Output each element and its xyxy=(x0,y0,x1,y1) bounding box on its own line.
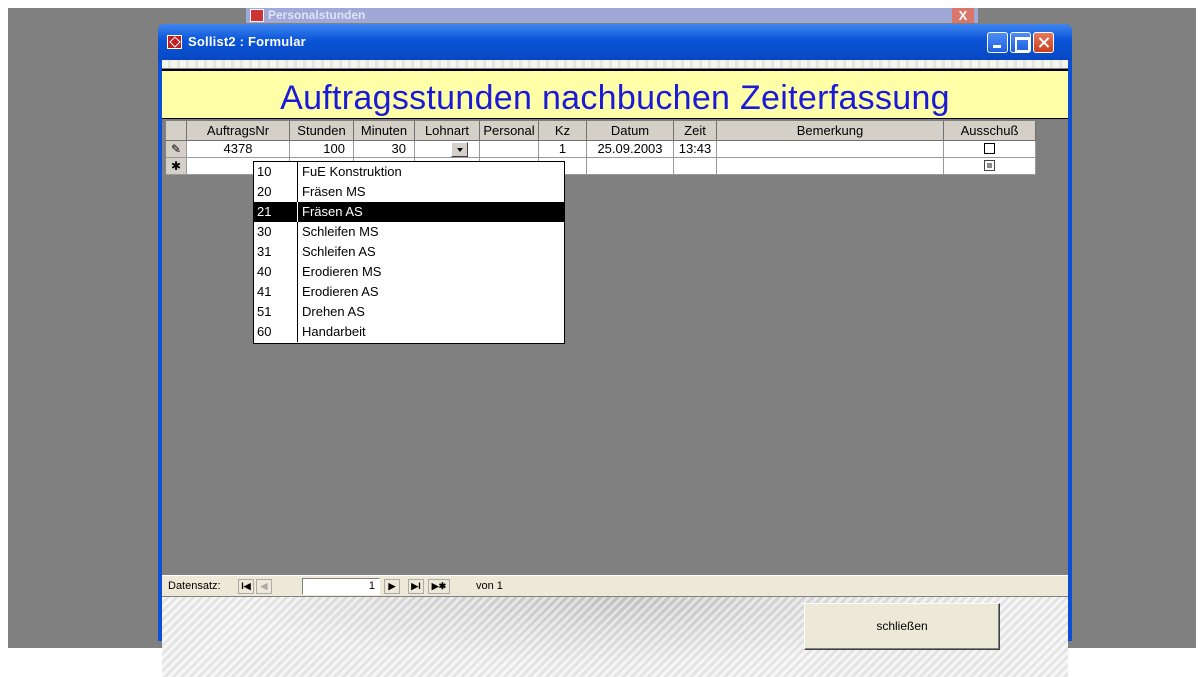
column-header-minuten[interactable]: Minuten xyxy=(354,121,415,141)
cell-minuten[interactable]: 30 xyxy=(354,141,415,158)
access-form-icon[interactable] xyxy=(167,35,182,49)
option-label: Drehen AS xyxy=(302,304,365,319)
option-code: 60 xyxy=(257,324,272,339)
dropdown-option[interactable]: 40 Erodieren MS xyxy=(254,262,564,282)
cell-datum[interactable] xyxy=(587,158,674,175)
option-code: 30 xyxy=(257,224,272,239)
column-separator xyxy=(297,162,298,182)
dropdown-option[interactable]: 30 Schleifen MS xyxy=(254,222,564,242)
cell-bemerkung[interactable] xyxy=(717,158,944,175)
last-record-button[interactable]: ▶I xyxy=(408,579,424,594)
cell-lohnart[interactable] xyxy=(415,141,480,158)
close-form-button[interactable]: schließen xyxy=(804,603,1000,650)
column-header-datum[interactable]: Datum xyxy=(587,121,674,141)
dropdown-option[interactable]: 51 Drehen AS xyxy=(254,302,564,322)
dropdown-option[interactable]: 20 Fräsen MS xyxy=(254,182,564,202)
access-form-icon xyxy=(250,9,264,22)
header-selector-corner[interactable] xyxy=(166,121,187,141)
option-label: Schleifen AS xyxy=(302,244,376,259)
cell-zeit[interactable] xyxy=(674,158,717,175)
dropdown-option[interactable]: 31 Schleifen AS xyxy=(254,242,564,262)
record-count: von 1 xyxy=(476,580,503,592)
option-code: 21 xyxy=(257,204,272,219)
option-label: Fräsen AS xyxy=(302,204,363,219)
column-header-bemerkung[interactable]: Bemerkung xyxy=(717,121,944,141)
record-label: Datensatz: xyxy=(168,580,221,592)
column-header-auftragsnr[interactable]: AuftragsNr xyxy=(187,121,290,141)
background-window-titlebar[interactable]: Personalstunden X xyxy=(246,8,978,23)
dropdown-option-selected[interactable]: 21 Fräsen AS xyxy=(254,202,564,222)
column-header-lohnart[interactable]: Lohnart xyxy=(415,121,480,141)
column-separator xyxy=(297,302,298,322)
close-window-button[interactable] xyxy=(1033,32,1054,53)
record-number-input[interactable]: 1 xyxy=(302,578,380,595)
ausschuss-checkbox[interactable] xyxy=(984,160,995,172)
column-separator xyxy=(297,182,298,202)
cell-zeit[interactable]: 13:43 xyxy=(674,141,717,158)
column-separator xyxy=(297,262,298,282)
option-code: 51 xyxy=(257,304,272,319)
header-texture xyxy=(162,60,1068,68)
minimize-button[interactable] xyxy=(987,32,1008,53)
column-header-kz[interactable]: Kz xyxy=(539,121,587,141)
column-header-stunden[interactable]: Stunden xyxy=(290,121,354,141)
option-code: 31 xyxy=(257,244,272,259)
column-separator xyxy=(297,202,298,222)
option-label: Erodieren MS xyxy=(302,264,382,279)
option-label: Schleifen MS xyxy=(302,224,379,239)
cell-auftragsnr[interactable]: 4378 xyxy=(187,141,290,158)
form-footer: schließen xyxy=(162,597,1068,677)
cell-datum[interactable]: 25.09.2003 xyxy=(587,141,674,158)
cell-ausschuss xyxy=(944,158,1036,175)
cell-stunden[interactable]: 100 xyxy=(290,141,354,158)
page-title: Auftragsstunden nachbuchen Zeiterfassung xyxy=(280,79,950,117)
next-record-button[interactable]: ▶ xyxy=(384,579,400,594)
cell-bemerkung[interactable] xyxy=(717,141,944,158)
dropdown-option[interactable]: 41 Erodieren AS xyxy=(254,282,564,302)
window-title: Sollist2 : Formular xyxy=(188,34,306,49)
ausschuss-checkbox[interactable] xyxy=(984,143,995,155)
window-titlebar[interactable]: Sollist2 : Formular xyxy=(158,24,1072,60)
background-close-button[interactable]: X xyxy=(952,8,974,23)
new-record-button[interactable]: ▶✱ xyxy=(428,579,450,594)
heading-banner: Auftragsstunden nachbuchen Zeiterfassung xyxy=(162,69,1068,119)
cell-ausschuss xyxy=(944,141,1036,158)
column-separator xyxy=(297,242,298,262)
cell-kz[interactable]: 1 xyxy=(539,141,587,158)
option-label: Handarbeit xyxy=(302,324,366,339)
edit-pencil-icon[interactable]: ✎ xyxy=(166,141,187,158)
new-record-icon[interactable]: ✱ xyxy=(166,158,187,175)
column-header-personal[interactable]: Personal xyxy=(480,121,539,141)
maximize-button[interactable] xyxy=(1010,32,1031,53)
option-code: 10 xyxy=(257,164,272,179)
option-label: Fräsen MS xyxy=(302,184,366,199)
option-label: Erodieren AS xyxy=(302,284,379,299)
option-code: 40 xyxy=(257,264,272,279)
option-code: 20 xyxy=(257,184,272,199)
option-label: FuE Konstruktion xyxy=(302,164,402,179)
lohnart-dropdown-button[interactable] xyxy=(451,142,468,157)
dropdown-option[interactable]: 10 FuE Konstruktion xyxy=(254,162,564,182)
column-header-zeit[interactable]: Zeit xyxy=(674,121,717,141)
lohnart-dropdown-list: 10 FuE Konstruktion 20 Fräsen MS 21 Fräs… xyxy=(253,161,565,344)
column-separator xyxy=(297,322,298,342)
record-navigation-bar: Datensatz: I◀ ◀ 1 ▶ ▶I ▶✱ von 1 xyxy=(162,575,1068,596)
option-code: 41 xyxy=(257,284,272,299)
cell-personal[interactable] xyxy=(480,141,539,158)
previous-record-button[interactable]: ◀ xyxy=(256,579,272,594)
column-separator xyxy=(297,222,298,242)
column-header-ausschuss[interactable]: Ausschuß xyxy=(944,121,1036,141)
first-record-button[interactable]: I◀ xyxy=(238,579,254,594)
background-window-title: Personalstunden xyxy=(268,8,366,22)
dropdown-option[interactable]: 60 Handarbeit xyxy=(254,322,564,342)
form-client-area: Auftragsstunden nachbuchen Zeiterfassung… xyxy=(162,60,1068,677)
column-separator xyxy=(297,282,298,302)
